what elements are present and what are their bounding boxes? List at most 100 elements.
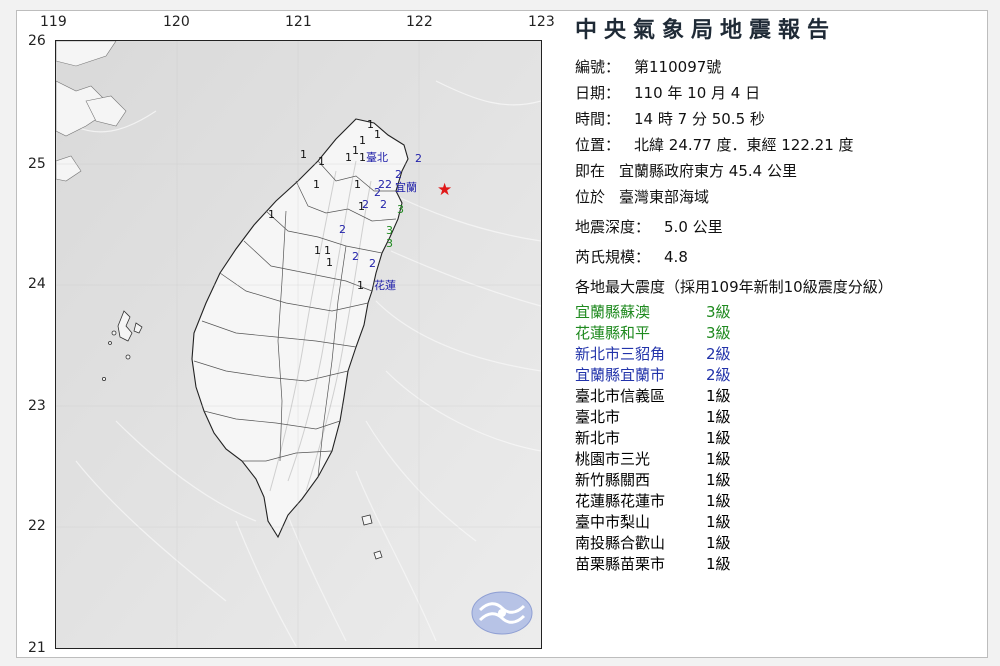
intensity-marker-level1: 1	[268, 208, 275, 221]
report-title: 中央氣象局地震報告	[575, 18, 837, 43]
intensity-marker-level1: 1	[359, 151, 366, 164]
intensity-marker-level1: 1	[357, 279, 364, 292]
intensity-marker-level1: 1	[318, 155, 325, 168]
intensity-marker-level1: 1	[374, 128, 381, 141]
intensity-site: 宜蘭縣宜蘭市	[575, 366, 666, 384]
intensity-marker-level2: 2	[352, 250, 359, 263]
report-located-row: 即在 宜蘭縣政府東方 45.4 公里	[575, 158, 975, 184]
report-region-value: 臺灣東部海域	[619, 188, 710, 206]
intensity-row: 宜蘭縣蘇澳 3級	[575, 302, 975, 323]
intensity-marker-level1: 1	[359, 134, 366, 147]
latitude-label: 23	[28, 398, 46, 414]
intensity-level: 1級	[706, 513, 731, 531]
intensity-level: 3級	[706, 303, 731, 321]
map-canvas: 臺北 宜蘭 花蓮 1 1 1 1 1 1 1 1 1 1 1 1 1 1 1 1…	[56, 41, 541, 648]
intensity-row: 臺北市 1級	[575, 407, 975, 428]
longitude-label: 123	[528, 14, 555, 30]
intensity-row: 苗栗縣苗栗市 1級	[575, 554, 975, 575]
longitude-label: 122	[406, 14, 433, 30]
intensity-row: 宜蘭縣宜蘭市 2級	[575, 365, 975, 386]
intensity-site: 臺北市	[575, 408, 621, 426]
intensity-list: 宜蘭縣蘇澳 3級 花蓮縣和平 3級 新北市三貂角 2級 宜蘭縣宜蘭市 2級 臺北市信義區…	[575, 302, 975, 575]
intensity-row: 新竹縣關西 1級	[575, 470, 975, 491]
report-time-label: 時間：	[575, 110, 621, 128]
report-time-row: 時間： 14 時 7 分 50.5 秒	[575, 106, 975, 132]
longitude-label: 121	[285, 14, 312, 30]
intensity-level: 1級	[706, 534, 731, 552]
intensity-marker-level3: 3	[386, 224, 393, 237]
latitude-label: 22	[28, 518, 46, 534]
longitude-label: 120	[163, 14, 190, 30]
intensity-level: 1級	[706, 408, 731, 426]
report-region-label: 位於	[575, 188, 606, 206]
intensity-row: 新北市三貂角 2級	[575, 344, 975, 365]
intensity-marker-level2: 2	[362, 198, 369, 211]
intensity-site: 花蓮縣花蓮市	[575, 492, 666, 510]
latitude-label: 24	[28, 276, 46, 292]
city-label-hualien: 花蓮	[374, 278, 396, 292]
intensity-site: 新北市三貂角	[575, 345, 666, 363]
intensity-level: 1級	[706, 471, 731, 489]
longitude-label: 119	[40, 14, 67, 30]
intensity-marker-level1: 1	[345, 151, 352, 164]
report-depth-row: 地震深度： 5.0 公里	[575, 214, 975, 240]
latitude-label: 25	[28, 156, 46, 172]
intensity-marker-level2: 2	[369, 257, 376, 270]
intensity-level: 1級	[706, 387, 731, 405]
report-position-row: 位置： 北緯 24.77 度．東經 122.21 度	[575, 132, 975, 158]
intensity-row: 桃園市三光 1級	[575, 449, 975, 470]
intensity-site: 臺北市信義區	[575, 387, 666, 405]
report-located-value: 宜蘭縣政府東方 45.4 公里	[619, 162, 797, 180]
earthquake-map: 臺北 宜蘭 花蓮 1 1 1 1 1 1 1 1 1 1 1 1 1 1 1 1…	[55, 40, 542, 649]
intensity-row: 南投縣合歡山 1級	[575, 533, 975, 554]
report-located-label: 即在	[575, 162, 606, 180]
report-date-row: 日期： 110 年 10 月 4 日	[575, 80, 975, 106]
report-depth-value: 5.0 公里	[664, 218, 723, 236]
report-panel: 中央氣象局地震報告 編號： 第110097號 日期： 110 年 10 月 4 日 …	[575, 12, 975, 575]
city-label-taipei: 臺北	[366, 150, 388, 164]
report-number-row: 編號： 第110097號	[575, 54, 975, 80]
report-position-label: 位置：	[575, 136, 621, 154]
intensity-level: 1級	[706, 555, 731, 573]
intensity-marker-level1: 1	[367, 118, 374, 131]
intensity-level: 1級	[706, 429, 731, 447]
intensity-marker-level1: 1	[313, 178, 320, 191]
intensity-level: 2級	[706, 345, 731, 363]
latitude-label: 21	[28, 640, 46, 656]
intensity-marker-level2: 2	[415, 152, 422, 165]
intensity-heading: 各地最大震度（採用109年新制10級震度分級）	[575, 278, 893, 296]
intensity-level: 2級	[706, 366, 731, 384]
intensity-site: 臺中市梨山	[575, 513, 651, 531]
intensity-level: 1級	[706, 492, 731, 510]
intensity-row: 新北市 1級	[575, 428, 975, 449]
intensity-row: 臺北市信義區 1級	[575, 386, 975, 407]
report-depth-label: 地震深度：	[575, 218, 651, 236]
report-magnitude-row: 芮氏規模： 4.8	[575, 244, 975, 270]
report-number-value: 第110097號	[634, 58, 722, 76]
intensity-marker-level1: 1	[326, 256, 333, 269]
intensity-site: 新竹縣關西	[575, 471, 651, 489]
intensity-marker-level3: 3	[386, 237, 393, 250]
intensity-site: 南投縣合歡山	[575, 534, 666, 552]
report-date-label: 日期：	[575, 84, 621, 102]
report-time-value: 14 時 7 分 50.5 秒	[634, 110, 765, 128]
intensity-marker-level1: 1	[300, 148, 307, 161]
intensity-marker-level2: 2	[395, 168, 402, 181]
report-magnitude-value: 4.8	[664, 248, 688, 266]
intensity-marker-level3: 3	[397, 203, 404, 216]
intensity-site: 桃園市三光	[575, 450, 651, 468]
report-position-value: 北緯 24.77 度．東經 122.21 度	[634, 136, 854, 154]
intensity-marker-level2: 2	[378, 178, 385, 191]
report-region-row: 位於 臺灣東部海域	[575, 184, 975, 210]
city-label-yilan: 宜蘭	[395, 180, 417, 194]
latitude-label: 26	[28, 33, 46, 49]
epicenter-star-icon: ★	[437, 180, 452, 200]
intensity-level: 1級	[706, 450, 731, 468]
intensity-site: 宜蘭縣蘇澳	[575, 303, 651, 321]
intensity-row: 臺中市梨山 1級	[575, 512, 975, 533]
intensity-row: 花蓮縣花蓮市 1級	[575, 491, 975, 512]
cwb-logo-icon	[471, 591, 533, 635]
intensity-marker-level1: 1	[314, 244, 321, 257]
intensity-marker-level2: 2	[380, 198, 387, 211]
report-number-label: 編號：	[575, 58, 621, 76]
